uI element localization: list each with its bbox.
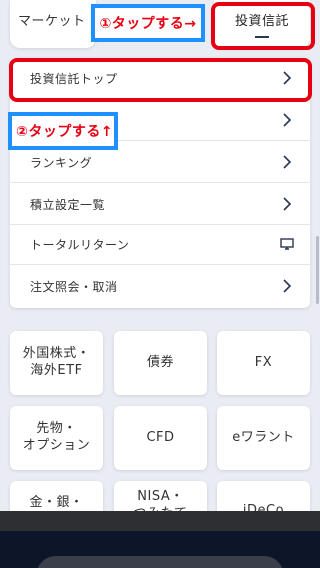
tab-market[interactable]: マーケット bbox=[10, 0, 96, 48]
menu-item-accumulation-settings[interactable]: 積立設定一覧 bbox=[10, 184, 310, 225]
bottom-pill-bar[interactable] bbox=[36, 556, 284, 568]
chevron-right-icon bbox=[283, 113, 292, 127]
tile-label: CFD bbox=[146, 429, 175, 445]
chevron-right-icon bbox=[283, 197, 292, 211]
annotation-highlight-fund-top bbox=[9, 58, 312, 102]
chevron-right-icon bbox=[283, 155, 292, 169]
tile-bonds[interactable]: 債券 bbox=[114, 331, 207, 395]
tile-futures-options[interactable]: 先物・ オプション bbox=[10, 406, 103, 470]
chevron-right-icon bbox=[283, 279, 292, 293]
tile-fx[interactable]: FX bbox=[217, 331, 310, 395]
tile-ewarrant[interactable]: eワラント bbox=[217, 406, 310, 470]
annotation-step2-text: ②タップする↑ bbox=[16, 124, 114, 140]
tile-label: eワラント bbox=[232, 429, 295, 445]
menu-item-order-inquiry[interactable]: 注文照会・取消 bbox=[10, 266, 310, 307]
menu-item-label: 注文照会・取消 bbox=[30, 280, 118, 294]
menu-item-label: 積立設定一覧 bbox=[30, 197, 106, 212]
menu-item-total-return[interactable]: トータルリターン bbox=[10, 224, 310, 265]
tile-label: 先物・ オプション bbox=[22, 421, 91, 453]
annotation-step1-box: ①タップする→ bbox=[91, 4, 205, 42]
tile-label: 金・銀・ bbox=[29, 495, 84, 510]
menu-item-label: トータルリターン bbox=[30, 237, 130, 252]
tile-cfd[interactable]: CFD bbox=[114, 406, 207, 470]
monitor-icon bbox=[280, 238, 294, 250]
tile-label: FX bbox=[254, 354, 273, 370]
tile-label: 外国株式・ 海外ETF bbox=[22, 346, 91, 378]
tile-label: 債券 bbox=[146, 354, 174, 370]
bottom-toolbar-shadow bbox=[0, 511, 320, 531]
annotation-step1-text: ①タップする→ bbox=[99, 16, 197, 32]
menu-item-label: ランキング bbox=[30, 155, 93, 170]
annotation-highlight-fund-tab bbox=[211, 2, 315, 50]
annotation-step2-box: ②タップする↑ bbox=[8, 112, 118, 150]
scrollbar[interactable] bbox=[316, 236, 319, 304]
tile-foreign-stocks[interactable]: 外国株式・ 海外ETF bbox=[10, 331, 103, 395]
tab-market-label: マーケット bbox=[18, 14, 86, 29]
